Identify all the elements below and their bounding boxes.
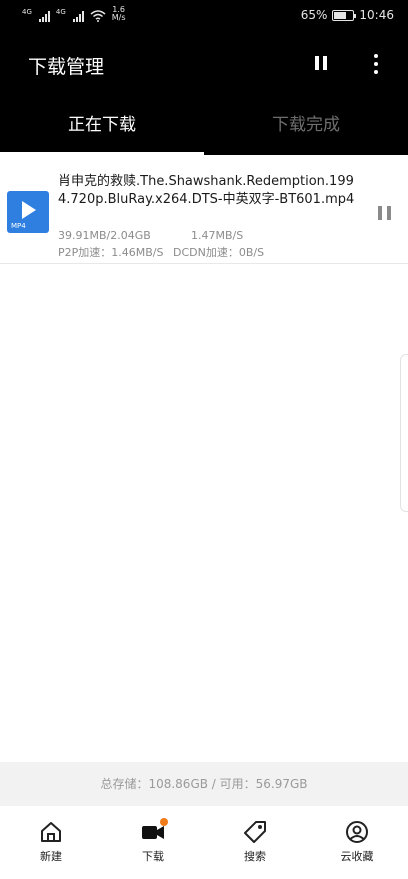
wifi-icon: [90, 10, 106, 22]
net-speed-unit: M/s: [111, 13, 126, 22]
more-dot: [374, 70, 378, 74]
tab-completed[interactable]: 下载完成: [204, 100, 408, 150]
pause-icon: [315, 56, 319, 70]
app-header: 4G 4G 1.6 M/s 65% 10:46 下载管理 正在下载 下载完成: [0, 0, 408, 155]
nav-download[interactable]: 下载: [102, 806, 204, 879]
nav-cloud-favorites[interactable]: 云收藏: [306, 806, 408, 879]
tab-bar: 正在下载 下载完成: [0, 100, 408, 155]
download-speed: 1.47MB/S: [191, 229, 244, 242]
nav-download-label: 下载: [142, 850, 164, 863]
tab-indicator: [0, 152, 204, 155]
title-bar: 下载管理: [0, 40, 408, 88]
pause-icon: [378, 206, 382, 220]
list-divider: [0, 263, 408, 264]
more-options-button[interactable]: [362, 50, 390, 78]
item-pause-button[interactable]: [374, 203, 396, 225]
pause-all-button[interactable]: [310, 50, 334, 78]
signal-1-icon: [38, 10, 50, 22]
storage-info: 总存储：108.86GB / 可用：56.97GB: [0, 762, 408, 806]
page-title: 下载管理: [28, 56, 105, 78]
accel-info: P2P加速：1.46MB/S DCDN加速：0B/S: [58, 244, 264, 260]
download-item[interactable]: MP4 肖申克的救赎.The.Shawshank.Redemption.1994…: [0, 160, 408, 264]
status-left: 4G 4G 1.6 M/s: [22, 6, 126, 22]
edge-drawer-handle[interactable]: [400, 354, 408, 512]
file-type-label: MP4: [11, 222, 26, 230]
status-bar: 4G 4G 1.6 M/s 65% 10:46: [0, 0, 408, 30]
signal-2-icon: [72, 10, 84, 22]
nav-search[interactable]: 搜索: [204, 806, 306, 879]
tab-downloading[interactable]: 正在下载: [0, 100, 204, 150]
download-progress: 39.91MB/2.04GB: [58, 229, 151, 242]
dcdn-speed: DCDN加速：0B/S: [172, 246, 265, 259]
battery-icon: [332, 9, 357, 21]
more-vertical-icon: [374, 54, 378, 58]
video-file-icon: MP4: [7, 191, 49, 233]
more-dot: [374, 62, 378, 66]
signal-1-label: 4G: [22, 8, 32, 16]
status-right: 65% 10:46: [301, 8, 394, 22]
clock: 10:46: [359, 8, 394, 22]
tag-icon: [244, 821, 266, 843]
play-icon: [22, 201, 36, 219]
net-speed: 1.6 M/s: [112, 6, 126, 22]
battery-percent: 65%: [300, 8, 328, 22]
notification-badge: [160, 818, 168, 826]
nav-new-label: 新建: [40, 850, 62, 863]
signal-2-label: 4G: [55, 8, 66, 16]
pause-icon-bar: [387, 206, 391, 220]
home-icon: [41, 822, 61, 842]
battery-fill: [334, 11, 347, 19]
nav-new[interactable]: 新建: [0, 806, 102, 879]
nav-search-label: 搜索: [244, 850, 266, 863]
pause-icon-bar: [323, 56, 327, 70]
bottom-nav: 新建 下载 搜索 云收藏: [0, 806, 408, 879]
file-name: 肖申克的救赎.The.Shawshank.Redemption.1994.720…: [58, 174, 355, 207]
p2p-speed: P2P加速：1.46MB/S: [58, 246, 164, 259]
user-circle-icon: [346, 821, 368, 843]
nav-cloud-favorites-label: 云收藏: [340, 850, 374, 863]
